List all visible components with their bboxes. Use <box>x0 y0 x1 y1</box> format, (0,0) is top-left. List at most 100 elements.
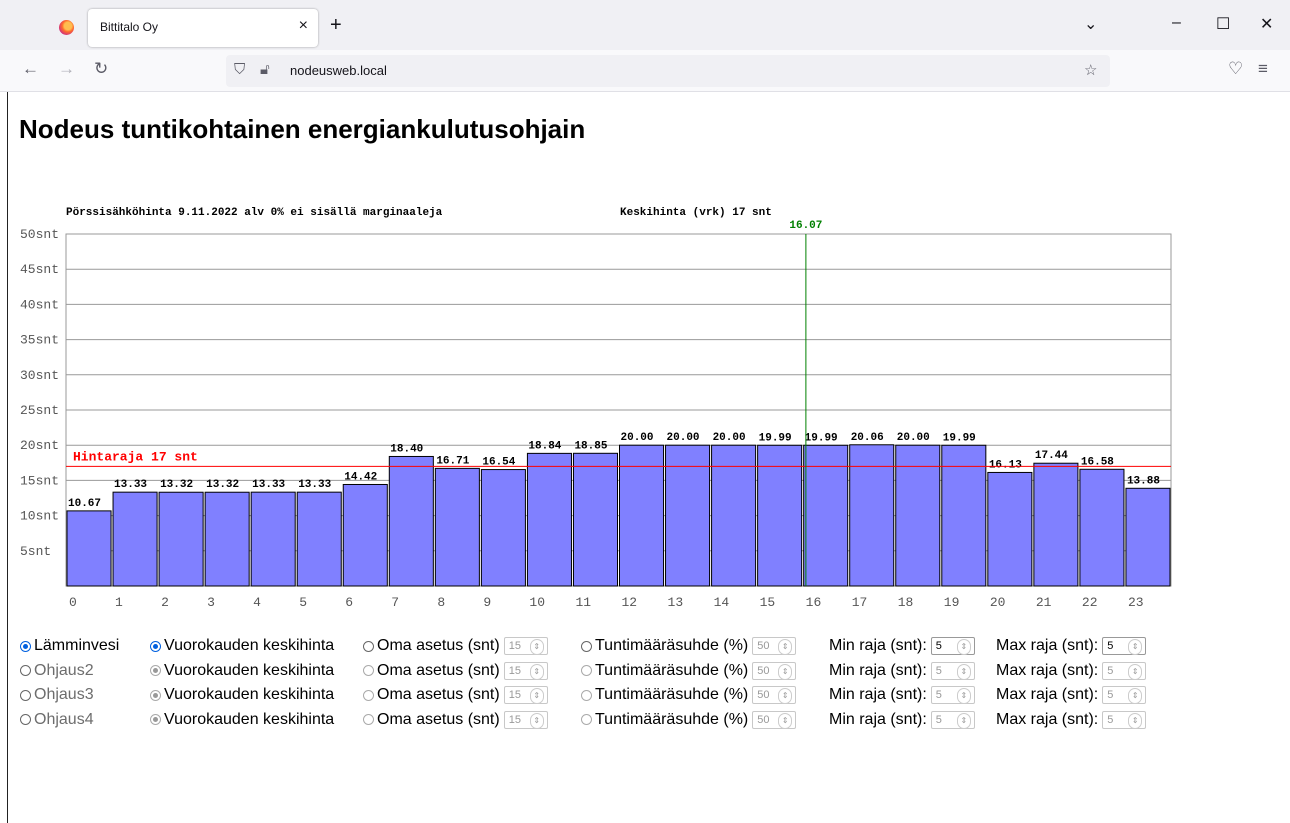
number-input[interactable]: 5 ⇕ <box>1102 661 1147 680</box>
tab-list-dropdown-icon[interactable]: ⌄ <box>1084 14 1097 34</box>
minimize-button[interactable]: – <box>1172 14 1181 32</box>
mode-hour-ratio[interactable]: Tuntimääräsuhde (%) 50 ⇕ <box>581 685 797 705</box>
radio-button[interactable] <box>150 689 161 701</box>
maximize-button[interactable]: ☐ <box>1216 14 1230 34</box>
spinner-icon[interactable]: ⇕ <box>956 688 971 704</box>
browser-tab[interactable]: Bittitalo Oy × <box>88 9 318 47</box>
spinner-icon[interactable]: ⇕ <box>529 639 544 655</box>
spinner-icon[interactable]: ⇕ <box>1128 663 1143 680</box>
x-tick-label: 21 <box>1036 595 1052 610</box>
spinner-icon[interactable]: ⇕ <box>956 712 971 729</box>
min-limit: Min raja (snt): 5 ⇕ <box>829 661 975 681</box>
mode-own-setting[interactable]: Oma asetus (snt) 15 ⇕ <box>363 685 548 705</box>
radio-button[interactable] <box>363 689 374 701</box>
spinner-icon[interactable]: ⇕ <box>1128 712 1143 729</box>
spinner-icon[interactable]: ⇕ <box>778 639 793 655</box>
new-tab-button[interactable]: + <box>330 14 342 37</box>
menu-icon[interactable]: ≡ <box>1258 59 1268 79</box>
number-input[interactable]: 5 ⇕ <box>930 661 975 680</box>
close-window-button[interactable]: ✕ <box>1260 14 1273 34</box>
x-tick-label: 9 <box>483 595 491 610</box>
number-input[interactable]: 15 ⇕ <box>503 637 548 655</box>
spinner-icon[interactable]: ⇕ <box>529 712 544 729</box>
radio-button[interactable] <box>581 665 592 676</box>
number-input[interactable]: 50 ⇕ <box>752 686 797 704</box>
number-input[interactable]: 15 ⇕ <box>503 710 548 729</box>
url-text[interactable]: nodeusweb.local <box>290 63 387 78</box>
spinner-icon[interactable]: ⇕ <box>1128 639 1143 655</box>
radio-button[interactable] <box>20 689 31 701</box>
bar-value-label: 19.99 <box>943 432 976 444</box>
forward-icon[interactable]: → <box>58 59 75 79</box>
radio-button[interactable] <box>20 665 31 676</box>
radio-button[interactable] <box>581 689 592 701</box>
channel-select[interactable]: Ohjaus2 <box>20 661 94 681</box>
radio-button[interactable] <box>150 640 161 652</box>
spinner-icon[interactable]: ⇕ <box>956 639 971 655</box>
bar-value-label: 20.00 <box>897 432 930 444</box>
radio-button[interactable] <box>581 640 592 652</box>
tab-close-icon[interactable]: × <box>299 17 308 35</box>
number-input[interactable]: 5 ⇕ <box>1102 710 1147 729</box>
shield-icon[interactable]: ⛉ <box>234 61 245 78</box>
x-tick-label: 6 <box>345 595 353 610</box>
number-input[interactable]: 5 ⇕ <box>1102 686 1147 704</box>
spinner-icon[interactable]: ⇕ <box>529 663 544 680</box>
radio-button[interactable] <box>20 640 31 652</box>
radio-button[interactable] <box>363 714 374 725</box>
max-limit: Max raja (snt): 5 ⇕ <box>996 661 1147 681</box>
mode-hour-ratio[interactable]: Tuntimääräsuhde (%) 50 ⇕ <box>581 710 797 730</box>
radio-button[interactable] <box>150 665 161 676</box>
number-input[interactable]: 50 ⇕ <box>752 661 797 680</box>
number-value: 15 <box>508 689 521 701</box>
mode-daily-average[interactable]: Vuorokauden keskihinta <box>150 685 334 705</box>
bar-value-label: 20.00 <box>713 432 746 444</box>
reload-icon[interactable]: ↻ <box>94 59 108 79</box>
spinner-icon[interactable]: ⇕ <box>1128 688 1143 704</box>
radio-button[interactable] <box>363 640 374 652</box>
mode-daily-label: Vuorokauden keskihinta <box>164 686 335 703</box>
channel-select[interactable]: Ohjaus3 <box>20 685 94 705</box>
insecure-lock-icon[interactable]: 🔓︎ <box>260 61 270 78</box>
spinner-icon[interactable]: ⇕ <box>529 688 544 704</box>
number-input[interactable]: 5 ⇕ <box>930 686 975 704</box>
mode-daily-average[interactable]: Vuorokauden keskihinta <box>150 710 334 730</box>
mode-hour-ratio[interactable]: Tuntimääräsuhde (%) 50 ⇕ <box>581 661 797 681</box>
number-value: 50 <box>757 713 770 726</box>
number-input[interactable]: 5 ⇕ <box>930 710 975 729</box>
number-input[interactable]: 5 ⇕ <box>930 637 975 655</box>
radio-button[interactable] <box>581 714 592 725</box>
address-bar[interactable]: ⛉ 🔓︎ nodeusweb.local ☆ <box>226 55 1110 87</box>
mode-own-setting[interactable]: Oma asetus (snt) 15 ⇕ <box>363 661 548 681</box>
number-input[interactable]: 15 ⇕ <box>503 686 548 704</box>
pocket-icon[interactable]: ♡ <box>1228 59 1243 79</box>
spinner-icon[interactable]: ⇕ <box>778 663 793 680</box>
mode-own-setting[interactable]: Oma asetus (snt) 15 ⇕ <box>363 710 548 730</box>
number-input[interactable]: 50 ⇕ <box>752 710 797 729</box>
mode-daily-average[interactable]: Vuorokauden keskihinta <box>150 661 334 681</box>
bookmark-star-icon[interactable]: ☆ <box>1084 61 1097 79</box>
number-input[interactable]: 5 ⇕ <box>1102 637 1147 655</box>
channel-select[interactable]: Lämminvesi <box>20 636 119 656</box>
mode-hour-ratio[interactable]: Tuntimääräsuhde (%) 50 ⇕ <box>581 636 797 656</box>
number-input[interactable]: 15 ⇕ <box>503 661 548 680</box>
x-tick-label: 14 <box>714 595 730 610</box>
bar-hour-3 <box>204 491 250 587</box>
bar-hour-6 <box>342 483 388 587</box>
control-row-2: Ohjaus2 Vuorokauden keskihinta Oma asetus … <box>20 661 1280 686</box>
channel-select[interactable]: Ohjaus4 <box>20 710 94 730</box>
browser-nav-bar: ← → ↻ ⛉ 🔓︎ nodeusweb.local ☆ ♡ ≡ <box>0 50 1290 92</box>
back-icon[interactable]: ← <box>22 59 39 79</box>
spinner-icon[interactable]: ⇕ <box>778 688 793 704</box>
radio-button[interactable] <box>20 714 31 725</box>
mode-daily-average[interactable]: Vuorokauden keskihinta <box>150 636 334 656</box>
min-limit-label: Min raja (snt): <box>829 661 927 679</box>
number-input[interactable]: 50 ⇕ <box>752 637 797 655</box>
bar-hour-10 <box>526 452 572 587</box>
mode-own-setting[interactable]: Oma asetus (snt) 15 ⇕ <box>363 636 548 656</box>
radio-button[interactable] <box>363 665 374 676</box>
spinner-icon[interactable]: ⇕ <box>956 663 971 680</box>
spinner-icon[interactable]: ⇕ <box>778 712 793 729</box>
x-tick-label: 20 <box>990 595 1006 610</box>
radio-button[interactable] <box>150 714 161 725</box>
